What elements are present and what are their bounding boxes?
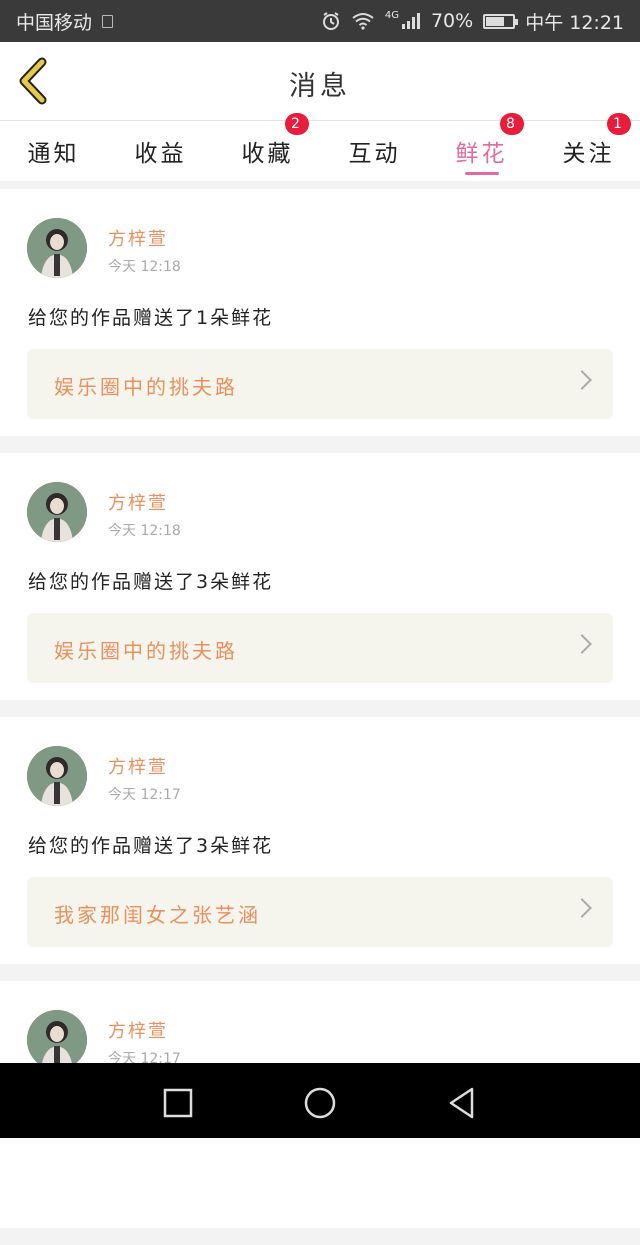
header: 消息: [0, 42, 640, 121]
avatar-image: [27, 1010, 87, 1070]
alarm-icon: [322, 12, 339, 30]
back-icon[interactable]: [442, 1083, 482, 1123]
message-text: 给您的作品赠送了3朵鲜花: [28, 571, 274, 593]
favorites-badge: 2: [285, 113, 309, 135]
network-type: 4G: [384, 9, 399, 21]
tab-label: 互动: [348, 141, 401, 167]
tab-label: 鲜花: [455, 141, 508, 167]
avatar[interactable]: [27, 218, 87, 278]
carrier-label: 中国移动: [16, 11, 93, 34]
sender-name: 方梓萱: [108, 1021, 168, 1042]
chevron-right-icon: [572, 634, 592, 654]
recents-icon[interactable]: [158, 1083, 198, 1123]
follow-badge: 1: [607, 113, 631, 135]
tab-notice[interactable]: 通知: [0, 121, 107, 181]
message-card: 方梓萱 今天 12:18 给您的作品赠送了1朵鲜花 娱乐圈中的挑夫路: [0, 189, 640, 436]
tab-earnings[interactable]: 收益: [107, 121, 214, 181]
sender-name: 方梓萱: [108, 229, 168, 250]
message-card: 方梓萱 今天 12:18 给您的作品赠送了3朵鲜花 娱乐圈中的挑夫路: [0, 453, 640, 700]
clock: 中午 12:21: [525, 11, 624, 34]
message-time: 今天 12:18: [108, 259, 181, 275]
message-time: 今天 12:17: [108, 787, 181, 803]
chevron-right-icon: [572, 370, 592, 390]
system-nav-bar: [0, 1063, 640, 1138]
flowers-badge: 8: [500, 113, 524, 135]
tab-interaction[interactable]: 互动: [321, 121, 428, 181]
work-title: 娱乐圈中的挑夫路: [54, 639, 238, 663]
work-link[interactable]: 娱乐圈中的挑夫路: [27, 349, 613, 419]
sim-icon: [102, 14, 114, 28]
work-title: 娱乐圈中的挑夫路: [54, 375, 238, 399]
sender-name: 方梓萱: [108, 757, 168, 778]
tab-label: 关注: [562, 141, 615, 167]
message-time: 今天 12:18: [108, 523, 181, 539]
tab-label: 通知: [27, 141, 80, 167]
battery-icon: [483, 13, 519, 29]
home-icon[interactable]: [300, 1083, 340, 1123]
message-card: 方梓萱 今天 12:17 给您的作品赠送了3朵鲜花 我家那闺女之张艺涵: [0, 717, 640, 964]
tab-label: 收益: [134, 141, 187, 167]
status-bar: 中国移动 4G 70% 中午 12:21: [0, 0, 640, 42]
avatar[interactable]: [27, 746, 87, 806]
active-tab-indicator: [464, 172, 499, 175]
tab-favorites[interactable]: 收藏 2: [214, 113, 321, 181]
avatar-image: [27, 746, 87, 806]
wifi-icon: [352, 13, 374, 30]
chevron-right-icon: [572, 898, 592, 918]
message-text: 给您的作品赠送了3朵鲜花: [28, 835, 274, 857]
avatar[interactable]: [27, 482, 87, 542]
tab-flowers[interactable]: 鲜花 8: [428, 113, 535, 181]
message-text: 给您的作品赠送了1朵鲜花: [28, 307, 274, 329]
sender-name: 方梓萱: [108, 493, 168, 514]
avatar-image: [27, 482, 87, 542]
signal-icon: [401, 13, 420, 29]
work-link[interactable]: 我家那闺女之张艺涵: [27, 877, 613, 947]
work-link[interactable]: 娱乐圈中的挑夫路: [27, 613, 613, 683]
tab-label: 收藏: [241, 141, 294, 167]
page-title: 消息: [289, 71, 351, 102]
tab-bar: 通知 收益 收藏 2 互动 鲜花 8 关注 1: [0, 113, 640, 181]
avatar[interactable]: [27, 1010, 87, 1070]
battery-percent: 70%: [430, 10, 474, 32]
work-title: 我家那闺女之张艺涵: [54, 903, 261, 927]
tab-follow[interactable]: 关注 1: [535, 113, 640, 181]
avatar-image: [27, 218, 87, 278]
